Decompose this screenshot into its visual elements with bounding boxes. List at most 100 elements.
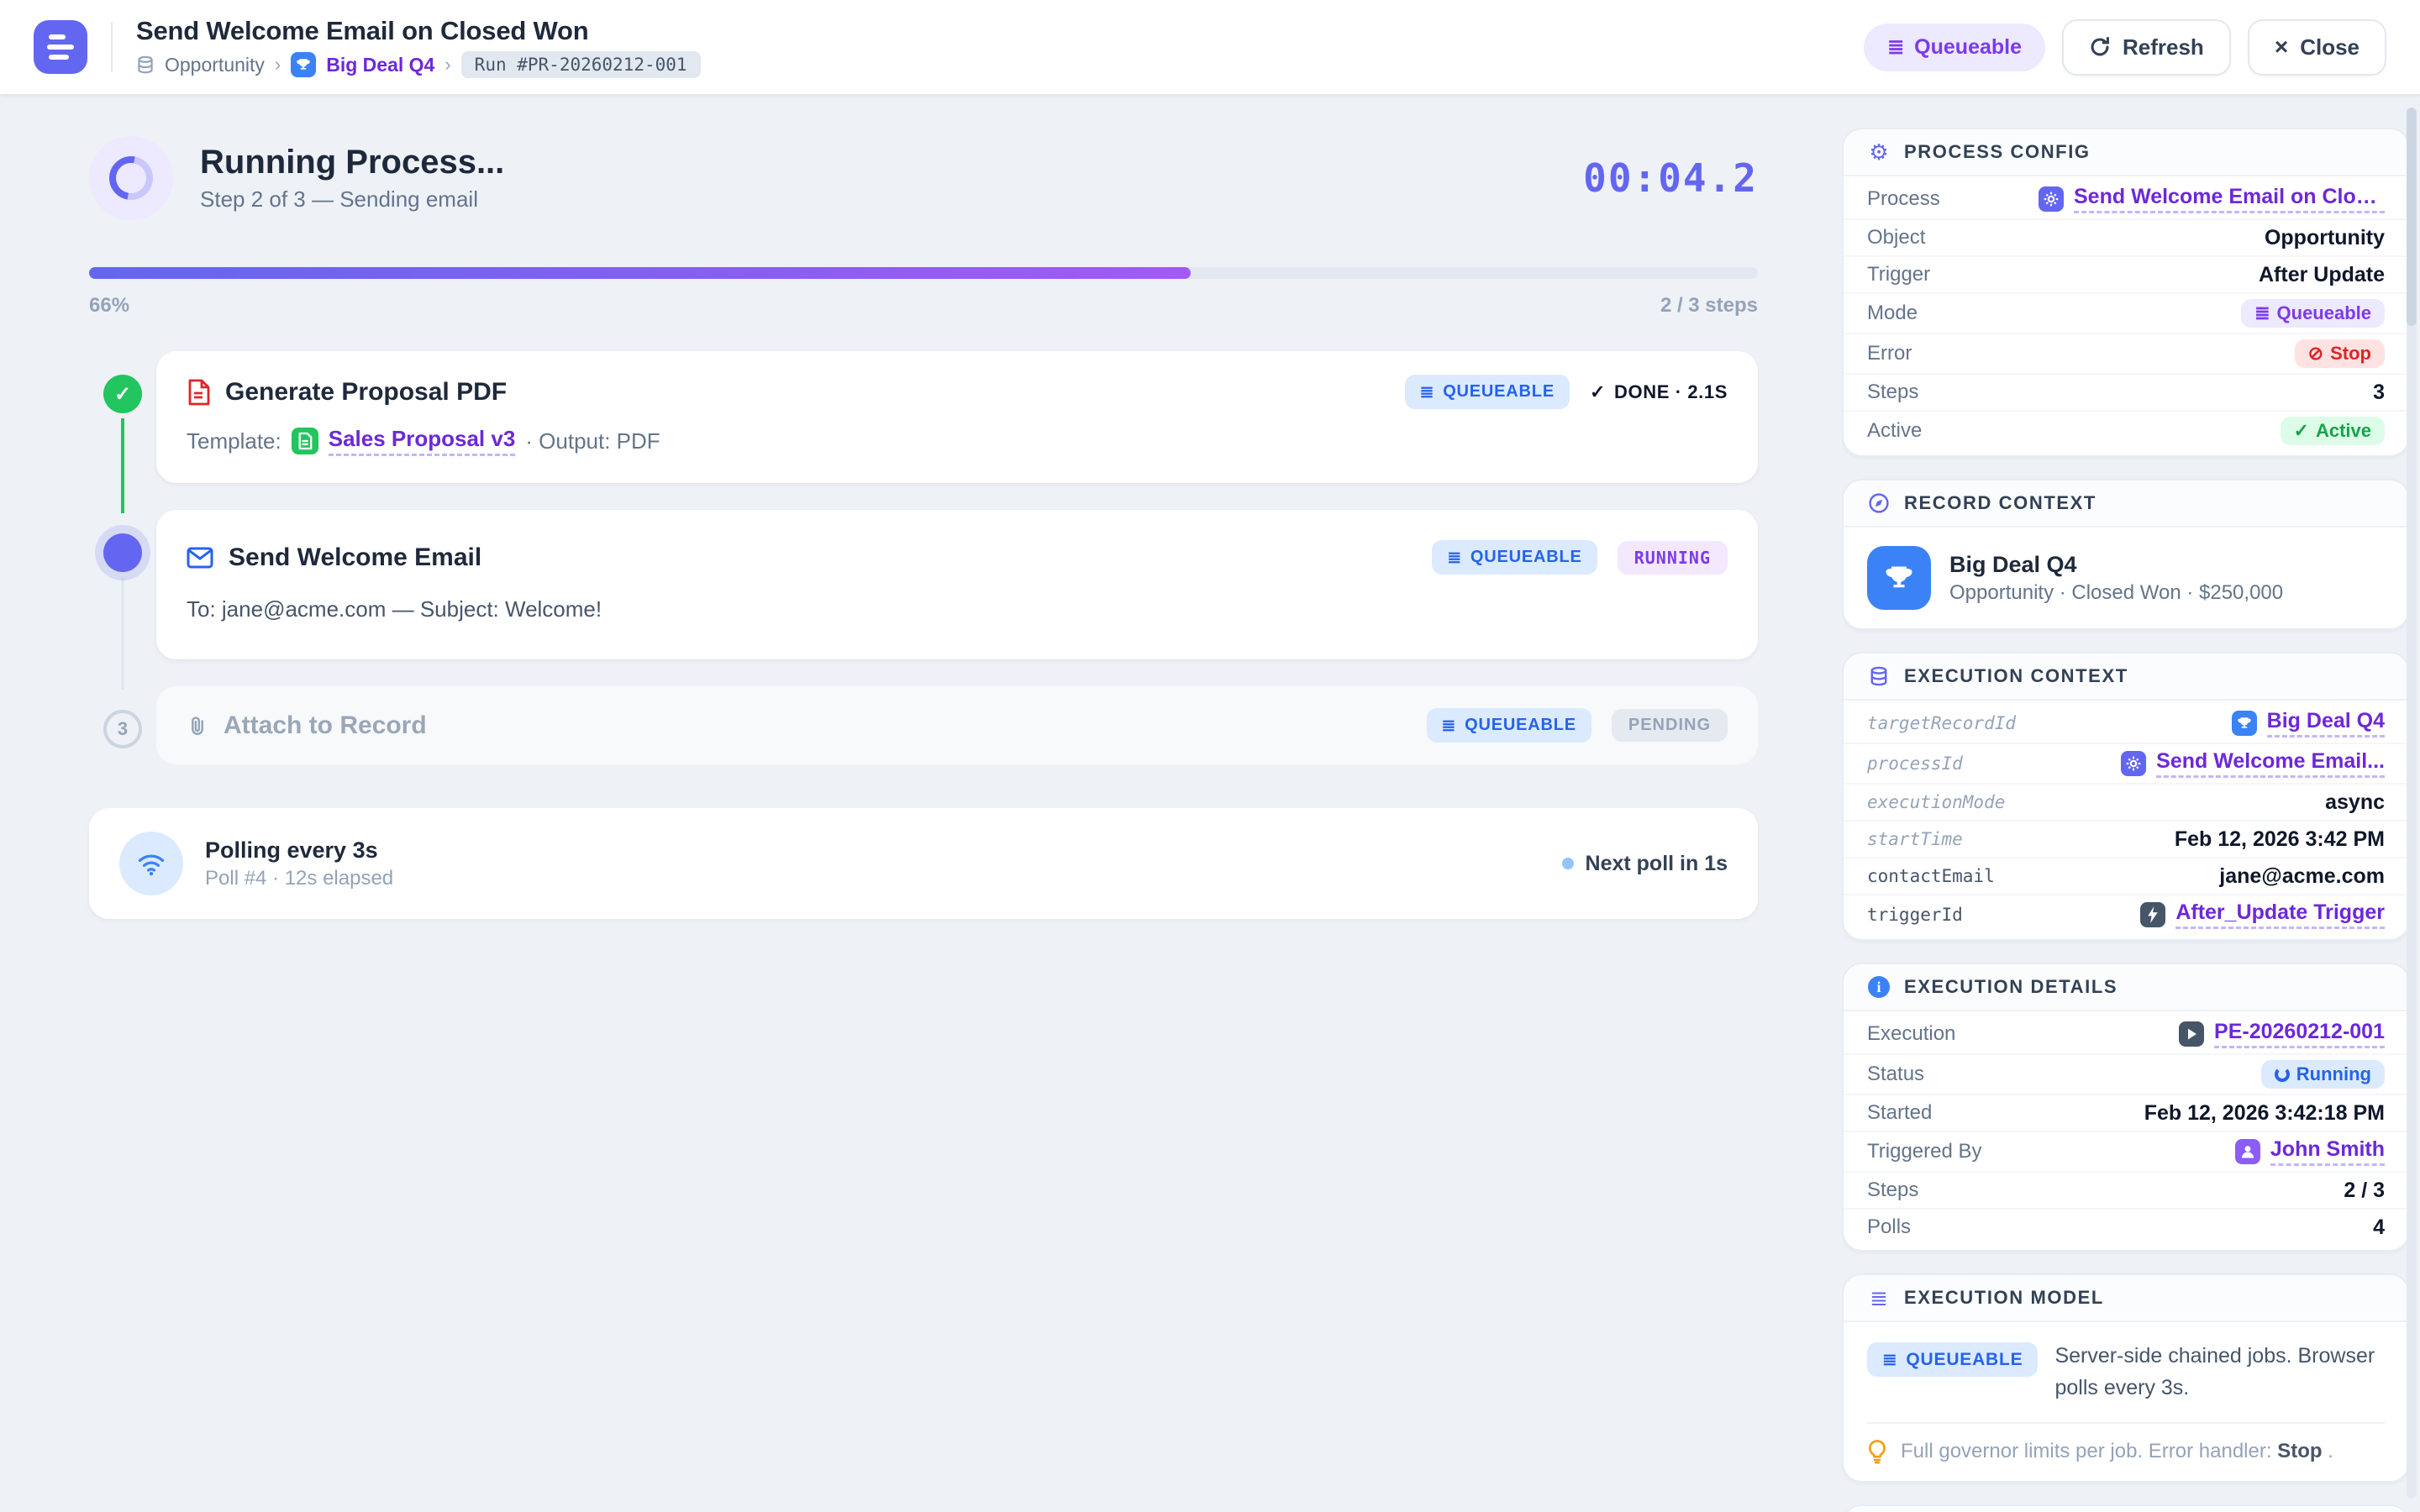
details-row-triggered-by: Triggered By John Smith: [1844, 1131, 2408, 1171]
polling-card: Polling every 3s Poll #4 · 12s elapsed N…: [89, 808, 1758, 919]
trophy-icon: [291, 52, 316, 77]
mode-pill-label: Queueable: [1914, 35, 2022, 60]
main-area: Running Process... Step 2 of 3 — Sending…: [0, 94, 2420, 1512]
spinner-icon: [2275, 1067, 2290, 1082]
queueable-mode-pill[interactable]: ≣ Queueable: [1864, 24, 2045, 71]
paperclip-icon: [187, 713, 208, 738]
scrollbar[interactable]: [2407, 108, 2417, 1499]
queueable-badge: ≣QUEUEABLE: [1867, 1342, 2038, 1377]
trophy-icon: [1867, 546, 1931, 610]
app-root: Send Welcome Email on Closed Won Opportu…: [0, 0, 2420, 1512]
step-done-check-icon: ✓: [103, 375, 142, 413]
refresh-button[interactable]: Refresh: [2062, 19, 2231, 76]
execution-id-link[interactable]: PE-20260212-001: [2214, 1020, 2385, 1048]
details-row-execution: Execution PE-20260212-001: [1844, 1015, 2408, 1053]
timeline-connector: [121, 577, 124, 690]
run-subtitle: Step 2 of 3 — Sending email: [200, 186, 504, 213]
breadcrumb-record-link[interactable]: Big Deal Q4: [326, 54, 434, 76]
context-row-execution-mode: executionMode async: [1844, 783, 2408, 820]
app-logo-icon[interactable]: [34, 20, 87, 74]
queueable-badge: ≣QUEUEABLE: [1427, 708, 1591, 743]
sidebar: ⚙ PROCESS CONFIG Process Send Welcome Em…: [1842, 128, 2410, 1512]
run-timer: 00:04.2: [1583, 155, 1758, 201]
context-row-process-id: processId Send Welcome Email...: [1844, 743, 2408, 783]
panel-execution-details: i EXECUTION DETAILS Execution PE-2026021…: [1842, 963, 2410, 1252]
panel-title: PROCESS CONFIG: [1904, 141, 2091, 163]
config-row-active: Active ✓Active: [1844, 410, 2408, 450]
queueable-badge: ≣QUEUEABLE: [1405, 375, 1570, 409]
step-row-3: 3 Attach to Record ≣QUEUEABLE PENDING: [89, 686, 1758, 764]
panel-process-config: ⚙ PROCESS CONFIG Process Send Welcome Em…: [1842, 128, 2410, 457]
trophy-icon: [2232, 711, 2257, 736]
process-link[interactable]: Send Welcome Email on Closed: [2074, 185, 2385, 213]
queue-icon: ≣: [1867, 1287, 1891, 1309]
wifi-icon: [119, 832, 183, 895]
polling-title: Polling every 3s: [205, 837, 393, 864]
details-row-status: Status Running: [1844, 1053, 2408, 1094]
close-icon: ×: [2275, 39, 2288, 55]
process-gear-icon: [2121, 751, 2146, 776]
record-name: Big Deal Q4: [1949, 552, 2283, 578]
breadcrumb-separator: ›: [275, 54, 281, 76]
context-row-target-record: targetRecordId Big Deal Q4: [1844, 704, 2408, 743]
template-doc-icon: [292, 428, 318, 454]
process-id-link[interactable]: Send Welcome Email...: [2156, 749, 2385, 778]
panel-title: EXECUTION MODEL: [1904, 1287, 2104, 1309]
step-card-send-email[interactable]: Send Welcome Email ≣QUEUEABLE RUNNING To…: [156, 510, 1758, 659]
breadcrumb-separator: ›: [445, 54, 450, 76]
progress-percent: 66%: [89, 294, 129, 318]
progress-fill: [89, 267, 1191, 279]
info-icon: i: [1867, 976, 1891, 998]
polling-subtitle: Poll #4 · 12s elapsed: [205, 867, 393, 890]
config-row-trigger: Trigger After Update: [1844, 255, 2408, 292]
queue-icon: ≣: [1442, 715, 1457, 736]
running-status-badge: Running: [2261, 1060, 2385, 1089]
panel-record-context: RECORD CONTEXT Big Deal Q4 Opportunity ·…: [1842, 479, 2410, 630]
trigger-id-link[interactable]: After_Update Trigger: [2175, 900, 2385, 929]
record-card[interactable]: Big Deal Q4 Opportunity · Closed Won · $…: [1844, 528, 2408, 628]
active-badge: ✓Active: [2281, 417, 2385, 445]
scrollbar-thumb[interactable]: [2407, 108, 2417, 326]
check-icon: ✓: [1590, 381, 1606, 403]
spinner-icon: [89, 136, 173, 220]
config-row-mode: Mode ≣Queueable: [1844, 292, 2408, 333]
timeline-rail: 3: [89, 686, 156, 764]
database-icon: [1867, 665, 1891, 687]
queue-icon: ≣: [1447, 547, 1462, 568]
target-record-link[interactable]: Big Deal Q4: [2267, 709, 2385, 738]
run-header: Running Process... Step 2 of 3 — Sending…: [89, 136, 1758, 220]
step-status-done: ✓DONE · 2.1S: [1590, 381, 1728, 403]
triggered-by-link[interactable]: John Smith: [2270, 1137, 2385, 1166]
record-text: Big Deal Q4 Opportunity · Closed Won · $…: [1949, 552, 2283, 605]
template-link[interactable]: Sales Proposal v3: [329, 426, 516, 456]
envelope-icon: [187, 547, 213, 569]
details-row-polls: Polls 4: [1844, 1208, 2408, 1245]
config-row-process: Process Send Welcome Email on Closed: [1844, 180, 2408, 218]
user-icon: [2235, 1139, 2260, 1164]
model-description: Server-side chained jobs. Browser polls …: [2054, 1341, 2385, 1404]
run-id-pill: Run #PR-20260212-001: [461, 51, 701, 78]
run-titles: Running Process... Step 2 of 3 — Sending…: [200, 144, 504, 213]
breadcrumb: Opportunity › Big Deal Q4 › Run #PR-2026…: [136, 51, 701, 78]
polling-text: Polling every 3s Poll #4 · 12s elapsed: [205, 837, 393, 890]
panel-title: EXECUTION CONTEXT: [1904, 665, 2128, 687]
panel-execution-context: EXECUTION CONTEXT targetRecordId Big Dea…: [1842, 652, 2410, 941]
step-card-attach-record[interactable]: Attach to Record ≣QUEUEABLE PENDING: [156, 686, 1758, 764]
record-meta: Opportunity · Closed Won · $250,000: [1949, 581, 2283, 605]
close-button[interactable]: × Close: [2248, 19, 2386, 76]
step-active-node: [103, 533, 142, 572]
next-poll: Next poll in 1s: [1562, 852, 1728, 876]
progress-steps-count: 2 / 3 steps: [1660, 294, 1758, 318]
step-card-generate-proposal[interactable]: Generate Proposal PDF ≣QUEUEABLE ✓DONE ·…: [156, 351, 1758, 483]
breadcrumb-object[interactable]: Opportunity: [165, 54, 265, 76]
panel-governor-limits: GOVERNOR LIMITS: [1842, 1504, 2410, 1512]
divider: [1867, 1422, 2385, 1424]
running-badge: RUNNING: [1618, 541, 1728, 575]
gear-icon: ⚙: [1867, 141, 1891, 163]
top-bar: Send Welcome Email on Closed Won Opportu…: [0, 0, 2420, 94]
step-detail: To: jane@acme.com — Subject: Welcome!: [187, 596, 602, 622]
page-title: Send Welcome Email on Closed Won: [136, 16, 701, 46]
detail-suffix: · Output: PDF: [525, 428, 660, 454]
config-row-steps: Steps 3: [1844, 373, 2408, 410]
panel-title: EXECUTION DETAILS: [1904, 976, 2118, 998]
